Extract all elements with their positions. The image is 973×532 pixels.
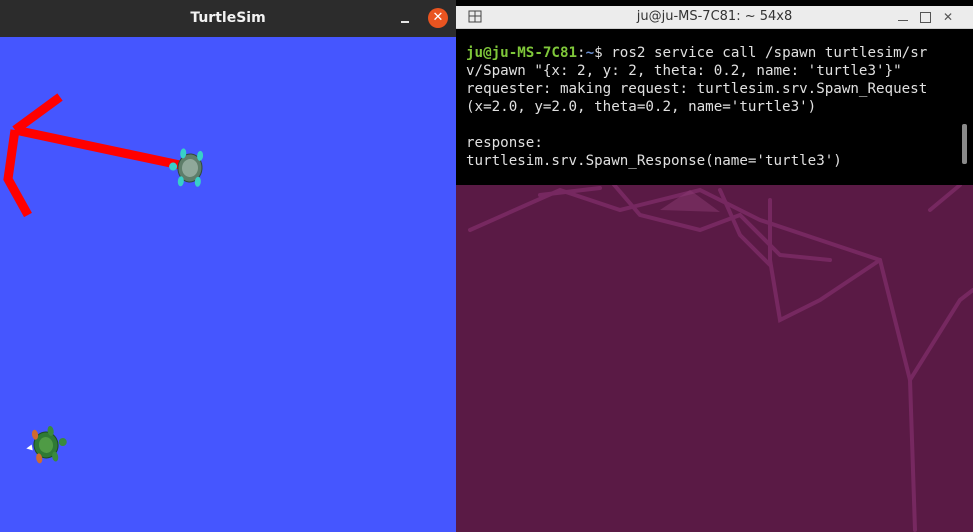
turtlesim-canvas xyxy=(0,37,456,532)
prompt-path: ~ xyxy=(585,45,595,61)
prompt-user: ju@ju-MS-7C81 xyxy=(466,45,578,61)
prompt-symbol: $ xyxy=(594,45,612,61)
terminal-window[interactable]: ju@ju-MS-7C81: ~ 54x8 ✕ ju@ju-MS-7C81:~$… xyxy=(456,0,973,185)
close-button[interactable]: ✕ xyxy=(940,9,956,25)
output-line: (x=2.0, y=2.0, theta=0.2, name='turtle3'… xyxy=(466,99,817,115)
terminal-output[interactable]: ju@ju-MS-7C81:~$ ros2 service call /spaw… xyxy=(466,44,962,170)
output-line-blank: ​ xyxy=(466,116,962,134)
output-line: requester: making request: turtlesim.srv… xyxy=(466,81,928,97)
maximize-icon[interactable] xyxy=(918,10,932,24)
command-line: ju@ju-MS-7C81:~$ ros2 service call /spaw… xyxy=(466,44,962,62)
close-button[interactable]: ✕ xyxy=(428,8,448,28)
turtlesim-window[interactable]: TurtleSim ✕ xyxy=(0,0,456,532)
output-line: turtlesim.srv.Spawn_Response(name='turtl… xyxy=(466,153,842,169)
command-text: ros2 service call /spawn turtlesim/sr xyxy=(611,45,928,61)
window-title: TurtleSim xyxy=(190,10,266,26)
terminal-scrollbar[interactable] xyxy=(962,124,967,164)
minimize-icon[interactable] xyxy=(396,9,414,27)
prompt-separator: : xyxy=(577,45,586,61)
terminal-titlebar[interactable]: ju@ju-MS-7C81: ~ 54x8 ✕ xyxy=(456,6,973,29)
output-line: response: xyxy=(466,135,543,151)
minimize-icon[interactable] xyxy=(896,10,910,24)
command-line-cont: v/Spawn "{x: 2, y: 2, theta: 0.2, name: … xyxy=(466,63,902,79)
turtlesim-titlebar[interactable]: TurtleSim ✕ xyxy=(0,0,456,37)
